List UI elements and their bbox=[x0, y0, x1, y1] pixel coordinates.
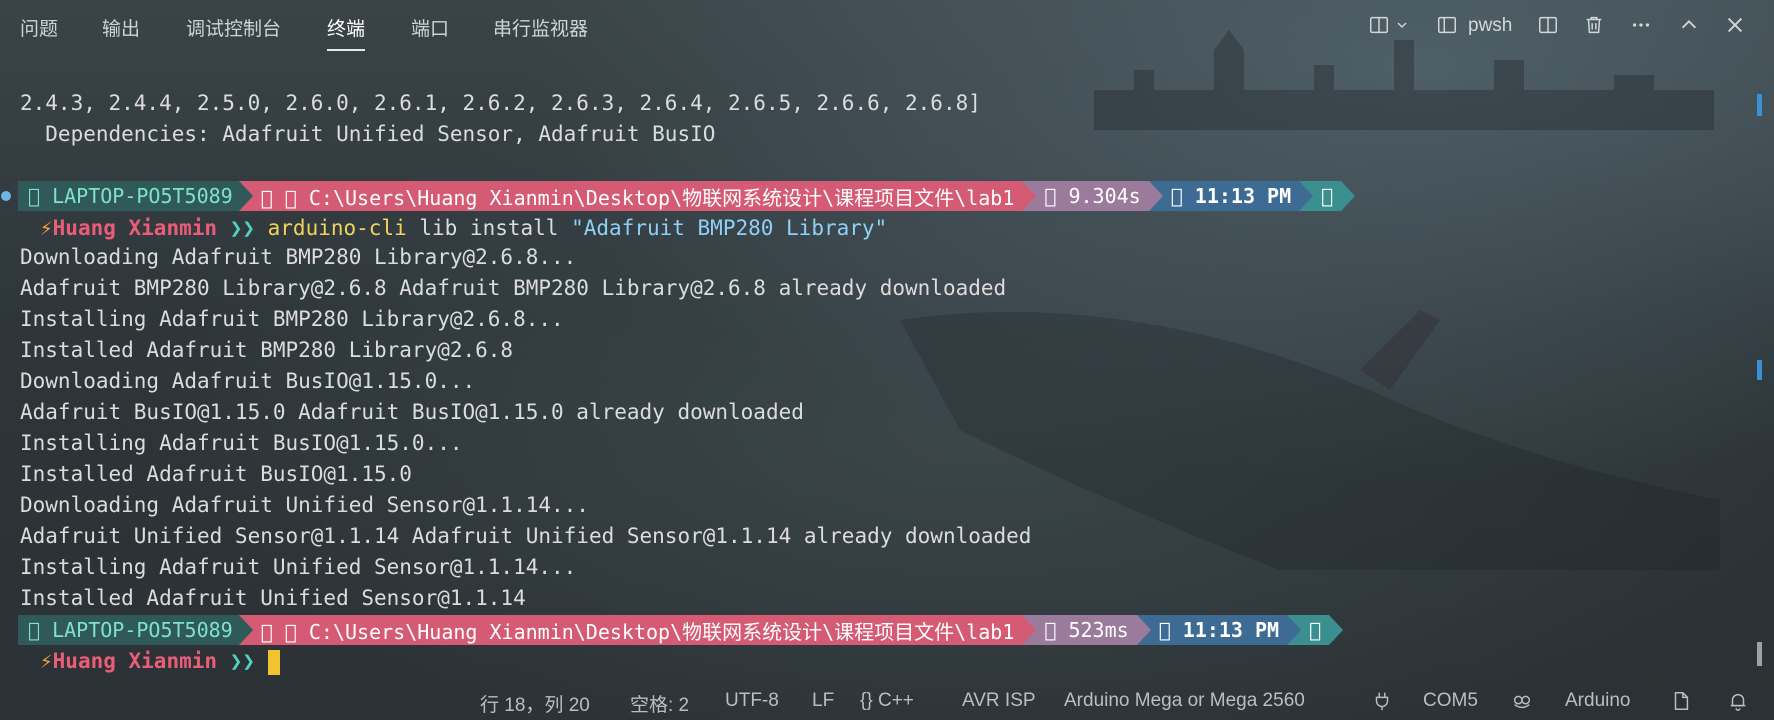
lightning-icon: ⚡ bbox=[40, 216, 53, 240]
terminal-line: Installing Adafruit BusIO@1.15.0... bbox=[20, 431, 463, 455]
prompt-powerline: 󰌢 LAPTOP-PO5T5089 󰉋 󰉋 C:\Users\Huang Xia… bbox=[18, 615, 1344, 645]
split-layout-icon[interactable] bbox=[1366, 12, 1392, 38]
command-decoration-dot[interactable] bbox=[1, 191, 11, 201]
status-language-label: C++ bbox=[877, 690, 914, 711]
status-encoding[interactable]: UTF-8 bbox=[725, 690, 779, 712]
terminal-line: Adafruit BMP280 Library@2.6.8 Adafruit B… bbox=[20, 276, 1007, 300]
tab-terminal[interactable]: 终端 bbox=[327, 14, 366, 51]
notifications-bell-icon[interactable] bbox=[1727, 690, 1749, 712]
status-indentation[interactable]: 空格: 2 bbox=[630, 690, 689, 717]
prompt-chevron: ❯❯ bbox=[229, 649, 255, 673]
chevron-down-icon[interactable] bbox=[1394, 12, 1410, 38]
terminal-line: Installed Adafruit BusIO@1.15.0 bbox=[20, 462, 412, 486]
terminal-line: 2.4.3, 2.4.4, 2.5.0, 2.6.0, 2.6.1, 2.6.2… bbox=[20, 91, 981, 115]
prompt-clock-segment: 󰥔 11:13 PM bbox=[1150, 615, 1288, 645]
tab-debug-console[interactable]: 调试控制台 bbox=[186, 14, 281, 41]
terminal-line: Installing Adafruit Unified Sensor@1.1.1… bbox=[20, 555, 577, 579]
terminal-line: Adafruit Unified Sensor@1.1.14 Adafruit … bbox=[20, 524, 1032, 548]
command-name: arduino-cli bbox=[267, 216, 407, 240]
more-icon[interactable] bbox=[1628, 12, 1654, 38]
prompt-user: Huang Xianmin bbox=[52, 216, 218, 240]
prompt-host-segment: 󰌢 LAPTOP-PO5T5089 bbox=[18, 615, 239, 645]
prompt-host-segment: 󰌢 LAPTOP-PO5T5089 bbox=[18, 181, 239, 211]
prompt-duration-segment: 󰔟 523ms bbox=[1036, 615, 1137, 645]
terminal-shell-name[interactable]: pwsh bbox=[1468, 15, 1512, 37]
prompt-chevron: ❯❯ bbox=[229, 216, 255, 240]
panel-tab-bar: 问题 输出 调试控制台 终端 端口 串行监视器 pwsh bbox=[0, 0, 1774, 52]
prompt-duration-segment: 󰔟 9.304s bbox=[1036, 181, 1149, 211]
command-line[interactable]: ⚡Huang Xianmin ❯❯ bbox=[40, 646, 280, 676]
command-line: ⚡Huang Xianmin ❯❯ arduino-cli lib instal… bbox=[40, 213, 887, 243]
tab-ports[interactable]: 端口 bbox=[411, 14, 449, 41]
braces-icon: {} bbox=[860, 690, 873, 711]
status-eol[interactable]: LF bbox=[812, 690, 834, 712]
prompt-path-segment: 󰉋 󰉋 C:\Users\Huang Xianmin\Desktop\物联网系统… bbox=[252, 615, 1023, 645]
status-bar: 行 18，列 20 空格: 2 UTF-8 LF {} C++ AVR ISP … bbox=[0, 682, 1774, 720]
status-extension[interactable]: Arduino bbox=[1565, 690, 1631, 712]
terminal-line: Installed Adafruit Unified Sensor@1.1.14 bbox=[20, 586, 526, 610]
scrollbar-marker bbox=[1757, 94, 1762, 116]
status-programmer[interactable]: AVR ISP bbox=[962, 690, 1036, 712]
scrollbar-marker bbox=[1757, 360, 1762, 380]
prompt-user: Huang Xianmin bbox=[52, 649, 218, 673]
terminal-line: Installed Adafruit BMP280 Library@2.6.8 bbox=[20, 338, 514, 362]
prompt-path-segment: 󰉋 󰉋 C:\Users\Huang Xianmin\Desktop\物联网系统… bbox=[252, 181, 1023, 211]
terminal-cursor bbox=[267, 649, 280, 675]
terminal-line: Dependencies: Adafruit Unified Sensor, A… bbox=[20, 122, 716, 146]
terminal-icon bbox=[1434, 12, 1460, 38]
terminal-line: Downloading Adafruit BusIO@1.15.0... bbox=[20, 369, 476, 393]
prompt-clock-segment: 󰥔 11:13 PM bbox=[1162, 181, 1300, 211]
tab-terminal-label: 终端 bbox=[327, 19, 366, 40]
prompt-end-segment: 󰀄 bbox=[1301, 615, 1330, 645]
trash-icon[interactable] bbox=[1581, 12, 1607, 38]
status-port[interactable]: COM5 bbox=[1423, 690, 1478, 712]
lightning-icon: ⚡ bbox=[40, 649, 53, 673]
status-board[interactable]: Arduino Mega or Mega 2560 bbox=[1064, 690, 1305, 712]
tab-output[interactable]: 输出 bbox=[102, 14, 140, 41]
tab-serial-monitor[interactable]: 串行监视器 bbox=[493, 14, 588, 41]
close-icon[interactable] bbox=[1722, 12, 1748, 38]
terminal-line: Downloading Adafruit BMP280 Library@2.6.… bbox=[20, 245, 577, 269]
terminal-line: Adafruit BusIO@1.15.0 Adafruit BusIO@1.1… bbox=[20, 400, 804, 424]
command-args: lib install bbox=[419, 216, 559, 240]
scrollbar-thumb[interactable] bbox=[1757, 642, 1762, 666]
tab-problems[interactable]: 问题 bbox=[20, 14, 58, 41]
active-tab-underline bbox=[327, 49, 366, 51]
plug-icon[interactable] bbox=[1371, 690, 1393, 712]
copilot-icon[interactable] bbox=[1511, 690, 1533, 712]
chevron-up-icon[interactable] bbox=[1676, 12, 1702, 38]
status-cursor-position[interactable]: 行 18，列 20 bbox=[480, 690, 590, 717]
status-language[interactable]: {} C++ bbox=[860, 690, 914, 712]
prompt-end-segment: 󰀄 bbox=[1313, 181, 1342, 211]
terminal-line: Installing Adafruit BMP280 Library@2.6.8… bbox=[20, 307, 564, 331]
split-terminal-icon[interactable] bbox=[1535, 12, 1561, 38]
file-icon[interactable] bbox=[1670, 690, 1692, 712]
prompt-powerline: 󰌢 LAPTOP-PO5T5089 󰉋 󰉋 C:\Users\Huang Xia… bbox=[18, 181, 1356, 211]
command-string-arg: "Adafruit BMP280 Library" bbox=[571, 216, 888, 240]
terminal-line: Downloading Adafruit Unified Sensor@1.1.… bbox=[20, 493, 589, 517]
